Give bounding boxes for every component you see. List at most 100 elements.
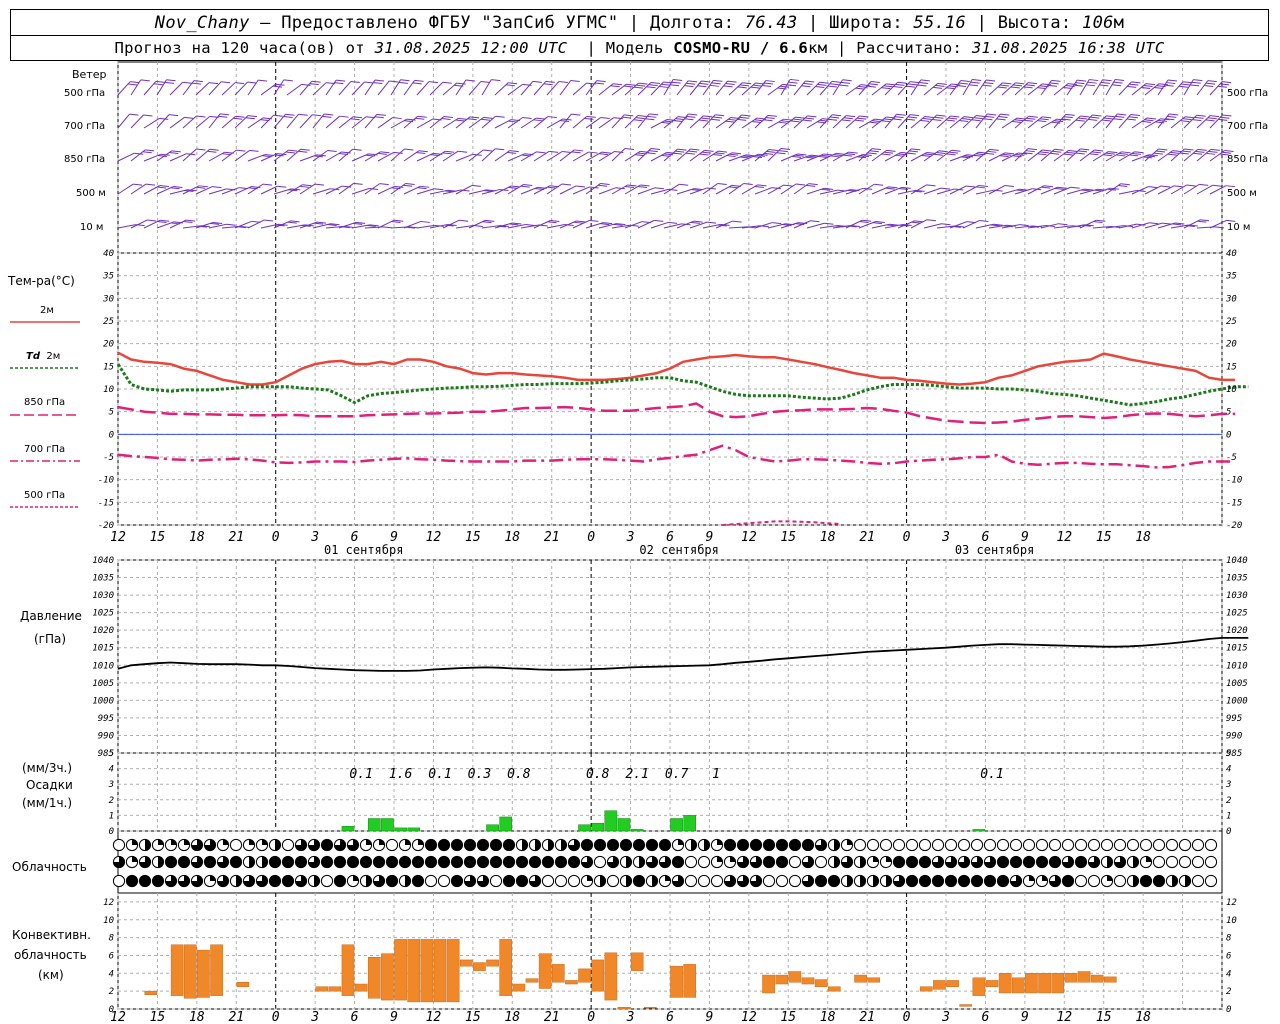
legend-t700: 700 гПа <box>24 444 66 455</box>
wind-feather-3-21-0 <box>405 183 415 186</box>
wind-feather-1-24-1 <box>441 117 451 120</box>
wind-feather-4-60-1 <box>911 221 921 224</box>
wind-feather-0-16-0 <box>336 79 346 82</box>
xtick-conv-17: 15 <box>780 1010 796 1024</box>
conv-bar-36 <box>788 971 802 983</box>
xtick-temp-26: 18 <box>1135 530 1151 545</box>
wind-feather-0-47-1 <box>739 84 750 87</box>
xtick-temp-18: 18 <box>820 530 836 545</box>
conv-bar-43 <box>933 980 946 990</box>
wind-feather-1-49-2 <box>763 119 773 122</box>
wind-feather-2-5-0 <box>196 148 206 151</box>
cloud-symbol-1-80 <box>1152 855 1166 869</box>
wind-feather-0-58-2 <box>881 87 891 90</box>
wind-feather-1-60-0 <box>910 114 920 117</box>
wind-feather-2-68-1 <box>1015 153 1025 156</box>
wind-feather-0-84-2 <box>1217 85 1228 88</box>
wind-feather-1-73-1 <box>1078 117 1088 120</box>
clouds-title: Облачность <box>12 860 87 874</box>
cloud-fill-1-60 <box>893 856 905 868</box>
ytick-right-conv-10: 10 <box>1226 916 1237 926</box>
wind-feather-2-43-1 <box>688 150 698 153</box>
wind-feather-0-67-2 <box>997 86 1007 89</box>
wind-feather-2-61-1 <box>924 153 934 156</box>
ytick-right-temp--5: -5 <box>1226 453 1237 463</box>
wind-feather-3-58-0 <box>888 186 898 189</box>
wind-barb-0-8 <box>221 82 236 96</box>
wind-barb-1-14 <box>299 114 313 129</box>
model-unit: км <box>808 39 828 57</box>
cloud-fill-2-73 <box>1062 875 1074 887</box>
wind-feather-0-23-0 <box>428 81 439 84</box>
wind-feather-1-25-0 <box>458 117 468 120</box>
wind-feather-2-60-2 <box>906 152 916 155</box>
cloud-fill-0-25 <box>438 839 450 851</box>
wind-barb-4-1 <box>130 219 148 229</box>
cloud-fill-2-76 <box>1107 875 1113 881</box>
wind-barb-1-0 <box>117 113 130 129</box>
wind-feather-2-76-0 <box>1121 151 1131 154</box>
wind-feather-3-82-0 <box>1199 183 1209 186</box>
wind-feather-0-73-1 <box>1075 82 1085 85</box>
wind-feather-1-65-0 <box>975 115 986 118</box>
precip-total-9: 0.1 <box>980 767 1003 782</box>
cloud-symbol-0-69 <box>1009 838 1023 852</box>
ytick-right-temp-40: 40 <box>1226 249 1237 259</box>
xtick-conv-7: 9 <box>390 1010 398 1024</box>
wind-feather-1-76-0 <box>1117 113 1127 116</box>
ytick-right-press-1015: 1015 <box>1226 644 1248 654</box>
wind-feather-2-40-1 <box>648 150 658 153</box>
wind-feather-4-34-1 <box>573 221 583 224</box>
xtick-temp-16: 12 <box>741 530 757 545</box>
cloud-fill-2-81 <box>1172 875 1178 887</box>
wind-feather-2-62-2 <box>933 153 943 156</box>
wind-feather-2-31-0 <box>536 151 546 154</box>
precip-bar-12 <box>670 818 683 832</box>
wind-feather-1-43-0 <box>688 113 698 116</box>
cloud-fill-1-12 <box>269 856 281 868</box>
cloud-symbol-2-84 <box>1204 874 1218 888</box>
xtick-conv-13: 3 <box>626 1010 635 1024</box>
cloud-fill-0-32 <box>535 839 541 851</box>
conv-bar-47 <box>985 980 999 987</box>
cloud-fill-0-24 <box>425 839 437 851</box>
wind-feather-0-18-0 <box>364 81 374 84</box>
conv-bar-27 <box>591 959 605 992</box>
wind-barb-1-1 <box>130 114 144 129</box>
wind-feather-0-49-2 <box>762 84 772 87</box>
cloud-fill-1-22 <box>399 856 411 868</box>
wind-feather-0-11-1 <box>272 85 283 88</box>
wind-feather-0-46-2 <box>723 85 733 88</box>
cloud-fill-2-31 <box>516 875 528 887</box>
conv-bar-53 <box>1064 973 1078 983</box>
ytick-right-temp--10: -10 <box>1226 476 1242 486</box>
wind-barb-1-30 <box>507 117 523 129</box>
cloud-fill-2-41 <box>652 875 658 887</box>
wind-feather-1-66-2 <box>983 118 993 121</box>
cloud-fill-1-3 <box>158 856 164 868</box>
cloud-symbol-0-75 <box>1087 838 1101 852</box>
wind-feather-0-22-0 <box>414 79 424 82</box>
cloud-fill-0-19 <box>366 839 372 845</box>
cloud-fill-1-28 <box>477 856 489 868</box>
cloud-fill-0-4 <box>171 839 177 845</box>
wind-barb-3-1 <box>130 183 147 195</box>
wind-feather-4-2-1 <box>157 221 167 224</box>
wind-feather-1-43-1 <box>686 115 696 118</box>
wind-feather-3-71-1 <box>1054 187 1064 190</box>
wind-feather-2-62-0 <box>938 150 948 153</box>
wind-feather-0-31-0 <box>532 80 542 83</box>
wind-feather-4-43-1 <box>690 221 700 224</box>
wind-feather-4-56-1 <box>859 221 869 224</box>
wind-feather-2-47-0 <box>745 154 755 157</box>
wind-feather-0-41-1 <box>661 83 671 86</box>
wind-feather-3-57-0 <box>874 183 884 186</box>
wind-feather-0-6-0 <box>208 82 219 85</box>
wind-feather-1-75-0 <box>1106 115 1116 118</box>
cloud-fill-0-20 <box>379 839 385 845</box>
wind-feather-2-70-1 <box>1039 151 1049 154</box>
cloud-symbol-2-34 <box>554 874 568 888</box>
ytick-left-precip-5: 5 <box>109 749 114 759</box>
precip-bar-13 <box>683 815 697 832</box>
wind-feather-3-18-0 <box>369 187 379 190</box>
